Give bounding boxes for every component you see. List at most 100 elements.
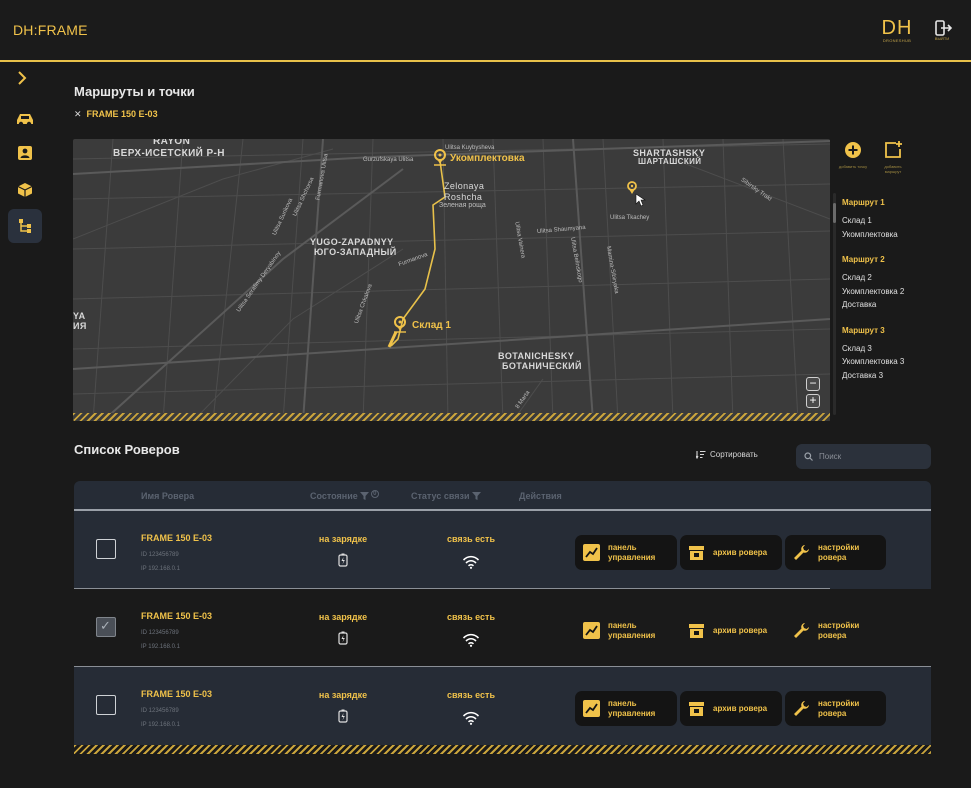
search-box[interactable] (796, 444, 931, 469)
route-point[interactable]: Склад 3 (842, 342, 967, 356)
rover-archive-button[interactable]: архив ровера (680, 691, 782, 726)
battery-charging-icon (338, 631, 348, 645)
route-point[interactable]: Доставка 3 (842, 369, 967, 383)
sidebar-item-rovers[interactable] (8, 102, 42, 136)
map-tools: добавить точку добавить маршрут (838, 141, 930, 181)
column-header-name-label: Имя Ровера (141, 491, 195, 501)
route-map[interactable]: RAYON ВЕРХ-ИСЕТСКИЙ Р-Н SHARTASHSKY ШАРТ… (73, 139, 830, 421)
column-header-state[interactable]: Состояние 0 (310, 489, 379, 501)
filter-count-badge: 0 (370, 489, 379, 498)
add-route-caption: добавить маршрут (884, 164, 902, 174)
control-panel-label: панель управления (608, 620, 656, 640)
route-point[interactable]: Укомплектовка 2 (842, 285, 967, 299)
routes-list: Маршрут 1 Склад 1 Укомплектовка Маршрут … (842, 198, 967, 396)
zoom-out-button[interactable]: − (806, 377, 820, 391)
route-title[interactable]: Маршрут 3 (842, 326, 967, 335)
filter-icon[interactable] (359, 492, 369, 500)
rover-id: ID 123456789 (141, 552, 179, 558)
map-pin-ukomplektovka[interactable] (434, 149, 446, 166)
search-input[interactable] (819, 452, 919, 461)
rover-name[interactable]: FRAME 150 E-03 (141, 533, 212, 543)
route-point[interactable]: Склад 1 (842, 214, 967, 228)
exit-button[interactable]: ВЫЙТИ (930, 20, 954, 41)
route-title[interactable]: Маршрут 2 (842, 255, 967, 264)
rover-ip: IP 192.168.0.1 (141, 566, 180, 572)
rover-name[interactable]: FRAME 150 E-03 (141, 689, 212, 699)
row-checkbox[interactable] (96, 539, 116, 559)
row-checkbox[interactable]: ✓ (96, 617, 116, 637)
expand-sidebar-icon[interactable] (14, 70, 30, 86)
brand-logo-text: DH (881, 17, 913, 39)
map-pin-sklad-1[interactable] (394, 316, 406, 333)
rover-archive-button[interactable]: архив ровера (680, 535, 782, 570)
sidebar-item-routes[interactable] (8, 209, 42, 243)
battery-charging-icon (338, 709, 348, 723)
district-label: ШАРТАШСКИЙ (638, 157, 702, 166)
wrench-icon (794, 701, 809, 716)
row-checkbox[interactable] (96, 695, 116, 715)
neighborhood-label: Roshcha (444, 192, 483, 202)
sort-label: Сортировать (710, 450, 758, 459)
column-header-name[interactable]: Имя Ровера (141, 491, 194, 501)
route-title[interactable]: Маршрут 1 (842, 198, 967, 207)
rover-link-status: связь есть (446, 690, 495, 700)
sort-button[interactable]: Сортировать (696, 450, 758, 459)
district-label: ВЕРХ-ИСЕТСКИЙ Р-Н (113, 148, 225, 159)
route-item[interactable]: Маршрут 3 Склад 3 Укомплектовка 3 Достав… (842, 326, 967, 383)
logout-icon (935, 20, 953, 36)
route-point[interactable]: Склад 2 (842, 271, 967, 285)
column-header-link-label: Статус связи (411, 491, 470, 501)
column-header-link[interactable]: Статус связи (411, 491, 481, 501)
rover-archive-label: архив ровера (713, 547, 768, 557)
table-row[interactable]: ✓ FRAME 150 E-03 ID 123456789 IP 192.168… (74, 589, 931, 667)
app-logo[interactable]: DH:FRAME (13, 22, 88, 38)
archive-store-icon (689, 546, 704, 560)
add-route-icon (885, 141, 902, 158)
wifi-icon (462, 711, 480, 725)
route-item[interactable]: Маршрут 2 Склад 2 Укомплектовка 2 Достав… (842, 255, 967, 312)
search-icon (804, 452, 813, 461)
district-label: RAYON (153, 139, 191, 147)
table-header: Имя Ровера Состояние 0 Статус связи Дейс… (74, 481, 931, 511)
sort-icon (696, 450, 706, 459)
street-label: Ulitsa Kuybysheva (445, 145, 495, 151)
filter-chip[interactable]: ✕ FRAME 150 E-03 (74, 109, 158, 120)
route-point[interactable]: Укомплектовка (842, 228, 967, 242)
route-item[interactable]: Маршрут 1 Склад 1 Укомплектовка (842, 198, 967, 241)
cursor-icon (635, 193, 646, 207)
column-header-actions-label: Действия (519, 491, 562, 501)
routes-scrollbar[interactable] (833, 193, 836, 415)
rover-link-status: связь есть (446, 534, 495, 544)
route-point[interactable]: Укомплектовка 3 (842, 355, 967, 369)
rover-archive-button[interactable]: архив ровера (680, 613, 782, 648)
zoom-in-button[interactable]: + (806, 394, 820, 408)
wifi-icon (462, 555, 480, 569)
battery-charging-icon (338, 553, 348, 567)
sidebar-item-users[interactable] (8, 136, 42, 170)
district-label: БОТАНИЧЕСКИЙ (502, 361, 582, 371)
sidebar-item-cargo[interactable] (8, 173, 42, 207)
rover-state: на зарядке (318, 612, 368, 622)
rover-name[interactable]: FRAME 150 E-03 (141, 611, 212, 621)
table-row[interactable]: FRAME 150 E-03 ID 123456789 IP 192.168.0… (74, 511, 931, 589)
district-label: ЮГО-ЗАПАДНЫЙ (314, 247, 397, 257)
pin-label-sklad-1: Склад 1 (412, 320, 451, 331)
rover-settings-button[interactable]: настройки ровера (785, 691, 886, 726)
add-route-button[interactable]: добавить маршрут (878, 141, 908, 174)
route-point[interactable]: Доставка (842, 298, 967, 312)
add-point-button[interactable]: добавить точку (838, 141, 868, 169)
control-panel-button[interactable]: панель управления (575, 613, 677, 648)
filter-icon[interactable] (471, 492, 481, 500)
rover-settings-button[interactable]: настройки ровера (785, 613, 886, 648)
rover-settings-label: настройки ровера (818, 542, 860, 562)
checkmark-icon: ✓ (100, 618, 111, 633)
add-point-caption: добавить точку (838, 164, 868, 169)
close-icon[interactable]: ✕ (74, 109, 82, 119)
rover-settings-button[interactable]: настройки ровера (785, 535, 886, 570)
wrench-icon (794, 545, 809, 560)
scrollbar-thumb[interactable] (833, 203, 836, 223)
control-panel-button[interactable]: панель управления (575, 691, 677, 726)
control-panel-button[interactable]: панель управления (575, 535, 677, 570)
column-header-actions: Действия (519, 491, 562, 501)
table-row[interactable]: FRAME 150 E-03 ID 123456789 IP 192.168.0… (74, 667, 931, 745)
